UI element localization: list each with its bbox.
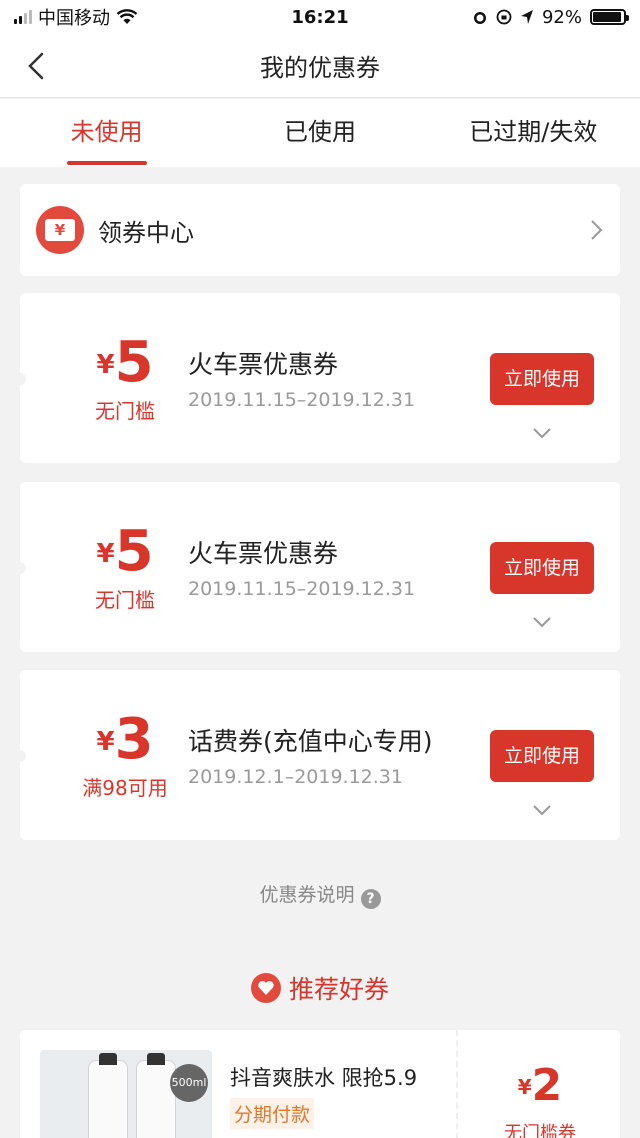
currency-symbol: ¥ bbox=[96, 727, 115, 757]
coupon-info: 话费券(充值中心专用) 2019.12.1–2019.12.31 bbox=[188, 722, 478, 788]
rotation-lock-icon bbox=[496, 9, 512, 25]
dashed-divider bbox=[456, 1030, 458, 1138]
card-notch bbox=[14, 750, 26, 762]
carrier-label: 中国移动 bbox=[38, 8, 110, 29]
coupon-condition: 无门槛 bbox=[95, 399, 155, 423]
use-now-button[interactable]: 立即使用 bbox=[490, 542, 594, 594]
bottle-image bbox=[88, 1053, 128, 1138]
coupon-title: 火车票优惠券 bbox=[188, 350, 339, 379]
card-notch bbox=[14, 373, 26, 385]
coupon-info: 火车票优惠券 2019.11.15–2019.12.31 bbox=[188, 345, 478, 411]
status-right: 92% bbox=[386, 6, 629, 28]
coupon-title: 话费券(充值中心专用) bbox=[188, 727, 433, 756]
coupon-condition: 无门槛 bbox=[95, 588, 155, 612]
coupon-title: 火车票优惠券 bbox=[188, 539, 339, 568]
card-notch bbox=[14, 562, 26, 574]
nav-header: 我的优惠券 bbox=[0, 34, 640, 98]
question-icon: ? bbox=[360, 889, 381, 909]
recommended-coupon-card[interactable]: 500ml 抖音爽肤水 限抢5.9 分期付款 ¥2 无门槛券 bbox=[20, 1030, 620, 1138]
recommend-heading: 推荐好券 bbox=[0, 970, 640, 1006]
coupon-amount: ¥5 无门槛 bbox=[60, 522, 190, 613]
tab-unused[interactable]: 未使用 bbox=[0, 99, 213, 167]
currency-symbol: ¥ bbox=[517, 1075, 532, 1099]
coupon-center-entry[interactable]: ¥ 领券中心 bbox=[20, 184, 620, 276]
use-now-button[interactable]: 立即使用 bbox=[490, 353, 594, 405]
product-coupon-amount: ¥2 无门槛券 bbox=[460, 1060, 620, 1138]
status-bar: 中国移动 16:21 92% bbox=[0, 0, 640, 34]
page-title: 我的优惠券 bbox=[260, 54, 380, 82]
chevron-down-icon[interactable] bbox=[532, 804, 552, 816]
coupon-amount: ¥5 无门槛 bbox=[60, 333, 190, 424]
alarm-icon bbox=[473, 12, 486, 24]
explanation-label: 优惠券说明 bbox=[259, 884, 355, 906]
coupon-center-label: 领券中心 bbox=[98, 218, 194, 247]
coupon-dates: 2019.11.15–2019.12.31 bbox=[188, 389, 416, 411]
coupon-condition: 满98可用 bbox=[82, 776, 168, 800]
product-tag: 分期付款 bbox=[230, 1098, 315, 1129]
amount-value: 2 bbox=[531, 1060, 563, 1111]
coupon-card: ¥5 无门槛 火车票优惠券 2019.11.15–2019.12.31 立即使用 bbox=[14, 293, 620, 463]
amount-value: 3 bbox=[114, 707, 154, 772]
ticket-yen-label: ¥ bbox=[45, 219, 75, 241]
coupon-info: 火车票优惠券 2019.11.15–2019.12.31 bbox=[188, 534, 478, 600]
coupon-amount: ¥3 满98可用 bbox=[60, 710, 190, 801]
recommend-title: 推荐好券 bbox=[288, 975, 389, 1004]
product-name: 抖音爽肤水 限抢5.9 bbox=[230, 1066, 418, 1090]
battery-icon bbox=[590, 9, 629, 25]
wifi-icon bbox=[116, 9, 138, 24]
volume-badge: 500ml bbox=[170, 1064, 208, 1102]
chevron-right-icon bbox=[591, 220, 603, 240]
product-image: 500ml bbox=[40, 1050, 212, 1138]
status-left: 中国移动 bbox=[14, 4, 254, 30]
battery-percent: 92% bbox=[541, 6, 582, 28]
back-icon[interactable] bbox=[22, 50, 52, 82]
location-icon bbox=[520, 10, 533, 24]
currency-symbol: ¥ bbox=[96, 539, 115, 569]
tab-expired[interactable]: 已过期/失效 bbox=[427, 99, 640, 167]
use-now-button[interactable]: 立即使用 bbox=[490, 730, 594, 782]
heart-icon bbox=[250, 973, 281, 1003]
amount-value: 5 bbox=[114, 519, 154, 584]
tab-used[interactable]: 已使用 bbox=[213, 99, 426, 167]
coupon-dates: 2019.12.1–2019.12.31 bbox=[188, 766, 403, 788]
coupon-card: ¥5 无门槛 火车票优惠券 2019.11.15–2019.12.31 立即使用 bbox=[14, 482, 620, 652]
bottle-image bbox=[136, 1053, 176, 1138]
currency-symbol: ¥ bbox=[96, 350, 115, 380]
signal-icon bbox=[14, 10, 32, 24]
chevron-down-icon[interactable] bbox=[532, 616, 552, 628]
tab-bar: 未使用 已使用 已过期/失效 bbox=[0, 99, 640, 167]
coupon-card: ¥3 满98可用 话费券(充值中心专用) 2019.12.1–2019.12.3… bbox=[14, 670, 620, 840]
coupon-condition: 无门槛券 bbox=[504, 1123, 576, 1138]
chevron-down-icon[interactable] bbox=[532, 427, 552, 439]
status-time: 16:21 bbox=[291, 6, 349, 28]
coupon-dates: 2019.11.15–2019.12.31 bbox=[188, 578, 416, 600]
coupon-ticket-icon: ¥ bbox=[36, 206, 84, 254]
coupon-explanation-link[interactable]: 优惠券说明? bbox=[0, 880, 640, 909]
amount-value: 5 bbox=[114, 330, 154, 395]
